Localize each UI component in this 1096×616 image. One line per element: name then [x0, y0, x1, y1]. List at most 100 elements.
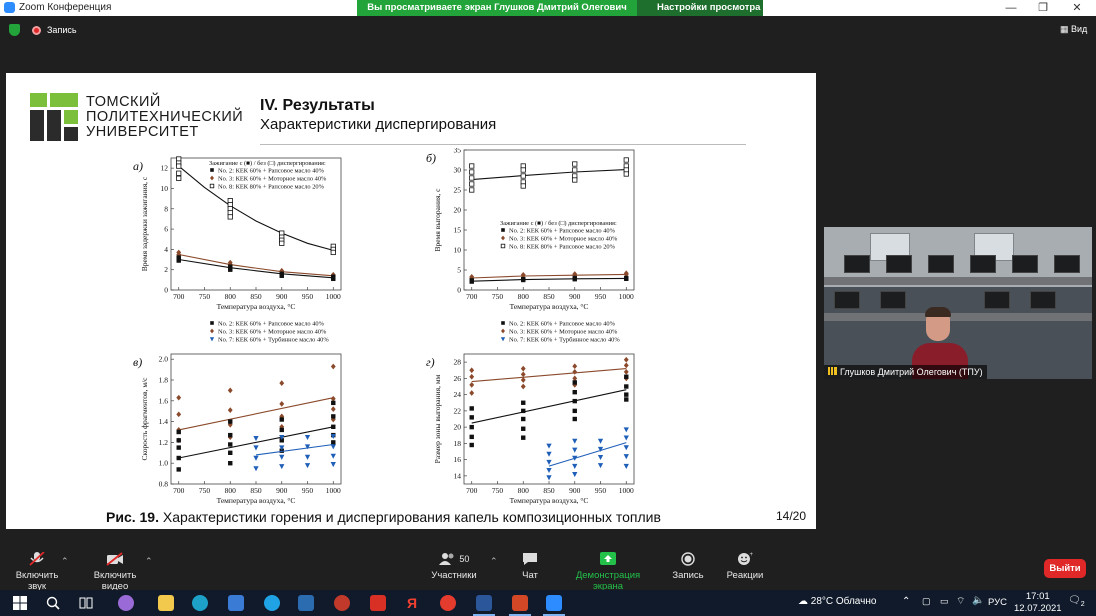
window-titlebar: Zoom Конференция Вы просматриваете экран… — [0, 0, 1096, 29]
windows-start-icon[interactable] — [12, 595, 28, 611]
leave-meeting-button[interactable]: Выйти — [1044, 559, 1086, 578]
data-point-triangle — [304, 463, 311, 469]
cloud-icon: ☁ — [798, 596, 808, 607]
participants-button[interactable]: 50 Участники — [426, 552, 482, 581]
wifi-icon[interactable]: ⌔ — [956, 595, 965, 608]
file-explorer-icon[interactable] — [158, 595, 174, 611]
recording-label[interactable]: Запись — [47, 25, 77, 35]
unmute-button[interactable]: Включить звук — [6, 552, 68, 592]
y-axis-label: Скорость фрагментов, м/с — [140, 377, 149, 461]
data-point-square — [624, 392, 629, 397]
data-point-open-square — [572, 161, 578, 167]
yandex-icon[interactable]: Я — [404, 595, 420, 611]
participants-options-chevron-icon[interactable]: ⌃ — [490, 556, 498, 567]
data-point-triangle — [253, 445, 259, 451]
data-point-open-square — [330, 249, 336, 256]
reactions-button[interactable]: + Реакции — [722, 552, 768, 581]
data-point-square — [624, 276, 629, 281]
word-icon[interactable] — [476, 595, 492, 611]
share-screen-button[interactable]: Демонстрация экрана — [560, 552, 656, 592]
data-point-triangle — [623, 454, 629, 460]
participant-video-tile[interactable]: Глушков Дмитрий Олегович (ТПУ) — [824, 227, 1092, 379]
data-point-triangle — [623, 445, 629, 451]
security-shield-icon[interactable] — [9, 24, 20, 36]
data-point-square — [331, 276, 336, 282]
data-point-square — [210, 321, 214, 325]
close-button[interactable]: ✕ — [1062, 0, 1092, 16]
chat-button[interactable]: Чат — [512, 552, 548, 581]
y-tick-label: 22 — [454, 406, 462, 415]
screen-share-banner: Вы просматриваете экран Глушков Дмитрий … — [357, 0, 637, 29]
notifications-icon[interactable]: 🗨2 — [1068, 595, 1085, 608]
maximize-button[interactable]: ❐ — [1028, 0, 1058, 16]
y-tick-label: 26 — [454, 374, 462, 383]
y-tick-label: 20 — [454, 423, 462, 432]
video-monitor-shape — [970, 255, 996, 273]
view-label: Вид — [1071, 24, 1088, 34]
language-indicator[interactable]: РУС — [988, 597, 1007, 608]
tray-apps-icon[interactable]: ▢ — [922, 596, 931, 607]
series-group — [469, 157, 629, 193]
start-video-button[interactable]: Включить видео — [80, 552, 150, 592]
meeting-toolbar: Включить звук ⌃ Включить видео ⌃ 50 Учас… — [0, 544, 1096, 592]
slide-heading: IV. Результаты — [260, 97, 375, 114]
clock[interactable]: 17:01 12.07.2021 — [1014, 591, 1062, 615]
video-options-chevron-icon[interactable]: ⌃ — [145, 556, 153, 567]
data-point-square — [624, 374, 629, 379]
y-tick-label: 1.8 — [159, 376, 169, 385]
x-tick-label: 900 — [276, 486, 288, 495]
slide-page-number: 14/20 — [776, 509, 807, 523]
x-tick-label: 850 — [250, 486, 262, 495]
search-icon[interactable] — [45, 595, 61, 611]
window-title: Zoom Конференция — [19, 2, 112, 13]
data-point-diamond — [469, 373, 475, 380]
telegram-icon[interactable] — [298, 595, 314, 611]
weather-text: 28°C Облачно — [810, 596, 877, 607]
record-button[interactable]: Запись — [666, 552, 710, 581]
app-red-icon[interactable] — [334, 595, 350, 611]
edge-browser-icon[interactable] — [192, 595, 208, 611]
x-tick-label: 1000 — [619, 486, 634, 495]
view-button[interactable]: ▦ Вид — [1060, 24, 1087, 35]
powerpoint-icon[interactable] — [512, 595, 528, 611]
data-point-square — [331, 400, 336, 406]
minimize-button[interactable]: — — [996, 0, 1026, 16]
x-tick-label: 950 — [302, 292, 314, 301]
data-point-square — [624, 384, 629, 389]
volume-icon[interactable]: 🔈 — [972, 595, 984, 606]
skype-icon[interactable] — [264, 595, 280, 611]
app-purple-icon[interactable] — [118, 595, 134, 611]
store-icon[interactable] — [228, 595, 244, 611]
legend-entry: No. 2: КЕК 60% + Рапсовое масло 40% — [509, 228, 616, 235]
data-point-square — [228, 461, 233, 466]
data-point-square — [228, 419, 233, 424]
tray-chevron-up-icon[interactable]: ⌃ — [902, 596, 910, 607]
weather-widget[interactable]: ☁ 28°C Облачно — [798, 596, 876, 607]
data-point-triangle — [209, 337, 215, 342]
data-point-triangle — [572, 438, 578, 444]
acrobat-icon[interactable] — [370, 595, 386, 611]
view-options-button[interactable]: Настройки просмотра ⌄ — [637, 0, 763, 29]
chart-svg-b: б) 700 750 800 850 900 950 1000 0 5 10 15 20 25 30 35 Те… — [426, 146, 635, 311]
panel-label: в) — [133, 355, 142, 369]
network-icon[interactable]: ▭ — [940, 596, 949, 607]
data-point-square — [572, 277, 577, 282]
participants-icon-row: 50 — [426, 552, 482, 570]
data-point-diamond — [501, 235, 505, 241]
plot-frame — [170, 353, 342, 485]
task-view-icon[interactable] — [78, 595, 94, 611]
x-tick-label: 850 — [250, 292, 262, 301]
x-axis-label: Температура воздуха, °C — [217, 496, 296, 505]
audio-options-chevron-icon[interactable]: ⌃ — [61, 556, 69, 567]
fit-line — [178, 253, 334, 277]
share-screen-icon — [600, 552, 616, 565]
legend-entry: No. 2: КЕК 60% + Рапсовое масло 40% — [509, 321, 616, 328]
yandex-browser-icon[interactable] — [440, 595, 456, 611]
zoom-taskbar-icon[interactable] — [546, 595, 562, 611]
camera-off-icon — [106, 552, 123, 566]
video-monitor-shape — [1030, 291, 1056, 309]
x-tick-label: 800 — [518, 292, 530, 301]
data-point-diamond — [469, 382, 475, 388]
data-point-diamond — [279, 380, 285, 386]
video-desk-shape — [824, 313, 1092, 321]
